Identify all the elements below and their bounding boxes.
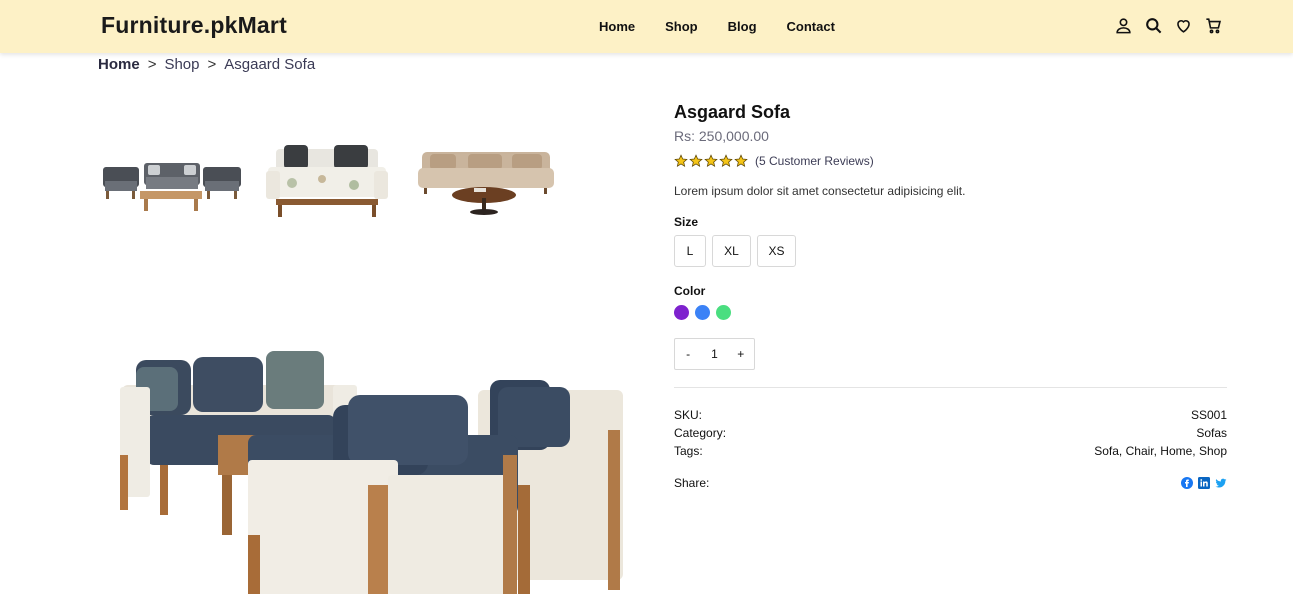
- quantity-stepper: - 1 +: [674, 338, 755, 370]
- breadcrumb-current: Asgaard Sofa: [224, 56, 316, 73]
- site-header: Furniture.pkMart Home Shop Blog Contact: [0, 0, 1293, 53]
- quantity-decrease-button[interactable]: -: [678, 347, 698, 361]
- brand-logo[interactable]: Furniture.pkMart: [101, 12, 287, 39]
- star-icon: [674, 154, 688, 168]
- size-option-l[interactable]: L: [674, 235, 706, 267]
- product-main-image: [108, 335, 628, 594]
- breadcrumb-shop[interactable]: Shop: [164, 56, 199, 73]
- color-label: Color: [674, 284, 706, 298]
- star-icon: [734, 154, 748, 168]
- meta-category: Category: Sofas: [674, 426, 1227, 444]
- meta-tags: Tags: Sofa, Chair, Home, Shop: [674, 444, 1227, 462]
- category-value[interactable]: Sofas: [1196, 426, 1227, 444]
- nav-blog[interactable]: Blog: [728, 19, 757, 34]
- breadcrumb-separator: >: [147, 56, 157, 73]
- search-icon[interactable]: [1144, 16, 1163, 35]
- meta-sku: SKU: SS001: [674, 408, 1227, 426]
- user-icon[interactable]: [1114, 16, 1133, 35]
- facebook-icon[interactable]: [1181, 477, 1193, 489]
- quantity-value[interactable]: 1: [704, 347, 724, 361]
- divider: [674, 387, 1227, 388]
- size-option-xs[interactable]: XS: [757, 235, 796, 267]
- color-swatch-blue[interactable]: [695, 305, 710, 320]
- size-label: Size: [674, 215, 699, 229]
- nav-contact[interactable]: Contact: [787, 19, 835, 34]
- tags-label: Tags:: [674, 444, 703, 458]
- breadcrumb: Home > Shop > Asgaard Sofa: [98, 56, 315, 73]
- color-swatch-purple[interactable]: [674, 305, 689, 320]
- sku-value: SS001: [1190, 408, 1227, 422]
- cart-icon[interactable]: [1204, 16, 1223, 35]
- nav-home[interactable]: Home: [599, 19, 635, 34]
- heart-icon[interactable]: [1174, 16, 1193, 35]
- product-thumbnail-1[interactable]: [100, 145, 245, 215]
- reviews-link[interactable]: (5 Customer Reviews): [755, 154, 874, 168]
- twitter-icon[interactable]: [1215, 477, 1227, 489]
- breadcrumb-separator: >: [207, 56, 217, 73]
- linkedin-icon[interactable]: [1198, 477, 1210, 489]
- size-option-xl[interactable]: XL: [712, 235, 751, 267]
- product-meta: SKU: SS001 Category: Sofas Tags: Sofa, C…: [674, 408, 1227, 492]
- sku-label: SKU:: [674, 408, 703, 422]
- breadcrumb-home[interactable]: Home: [98, 56, 140, 73]
- star-icon: [719, 154, 733, 168]
- product-title: Asgaard Sofa: [674, 102, 791, 122]
- product-thumbnail-3[interactable]: [416, 140, 556, 220]
- share-icons: [1181, 477, 1227, 489]
- product-price: Rs: 250,000.00: [674, 128, 769, 144]
- color-swatch-green[interactable]: [716, 305, 731, 320]
- tags-value[interactable]: Sofa, Chair, Home, Shop: [1094, 444, 1227, 462]
- product-info: Asgaard Sofa Rs: 250,000.00 (5 Customer …: [674, 100, 1227, 492]
- main-nav: Home Shop Blog Contact: [599, 19, 835, 34]
- nav-shop[interactable]: Shop: [665, 19, 698, 34]
- product-rating: (5 Customer Reviews): [674, 154, 1227, 168]
- quantity-increase-button[interactable]: +: [731, 347, 751, 361]
- star-rating: [674, 154, 748, 168]
- meta-share: Share:: [674, 474, 1227, 492]
- star-icon: [704, 154, 718, 168]
- size-options: L XL XS: [674, 235, 1227, 267]
- product-thumbnail-2[interactable]: [262, 135, 392, 225]
- color-options: [674, 305, 1227, 320]
- product-description: Lorem ipsum dolor sit amet consectetur a…: [674, 184, 966, 198]
- star-icon: [689, 154, 703, 168]
- header-actions: [1114, 16, 1223, 35]
- category-label: Category:: [674, 426, 727, 440]
- share-label: Share:: [674, 476, 710, 490]
